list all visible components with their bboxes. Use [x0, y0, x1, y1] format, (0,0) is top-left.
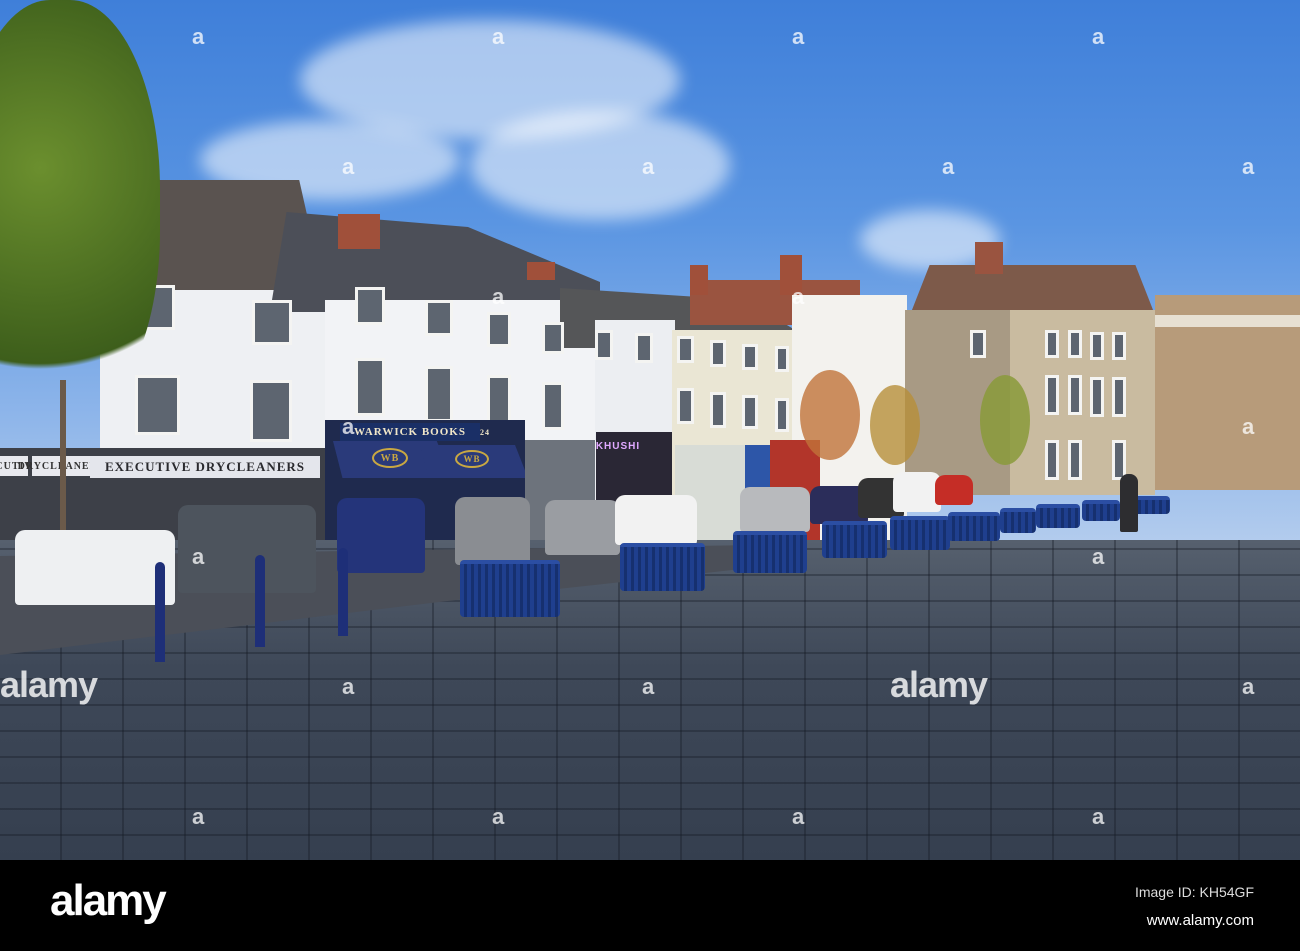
tree — [0, 0, 160, 420]
bookshop-logo: WB — [372, 448, 408, 468]
tree — [980, 375, 1030, 465]
image-id: Image ID: KH54GF — [1134, 884, 1254, 900]
bookshop-number: 24 — [480, 427, 490, 437]
bookshop-logo: WB — [455, 450, 489, 468]
bollard — [338, 548, 348, 636]
site-url[interactable]: www.alamy.com — [1147, 912, 1254, 929]
restaurant-sign: KHUSHI — [595, 440, 641, 452]
bollard — [155, 562, 165, 662]
alamy-logo: alamy — [50, 876, 167, 925]
bollard — [255, 555, 265, 647]
footer-bar: alamy Image ID: KH54GF www.alamy.com — [0, 860, 1300, 951]
tree — [800, 370, 860, 460]
cloud — [470, 110, 730, 220]
drycleaners-sign: EXECUTIVE DRYCLEANERS — [90, 456, 320, 478]
bookshop-sign: WARWICK BOOKS — [340, 423, 480, 441]
pedestrian — [1120, 474, 1138, 532]
tree-trunk — [60, 380, 66, 540]
tree — [870, 385, 920, 465]
